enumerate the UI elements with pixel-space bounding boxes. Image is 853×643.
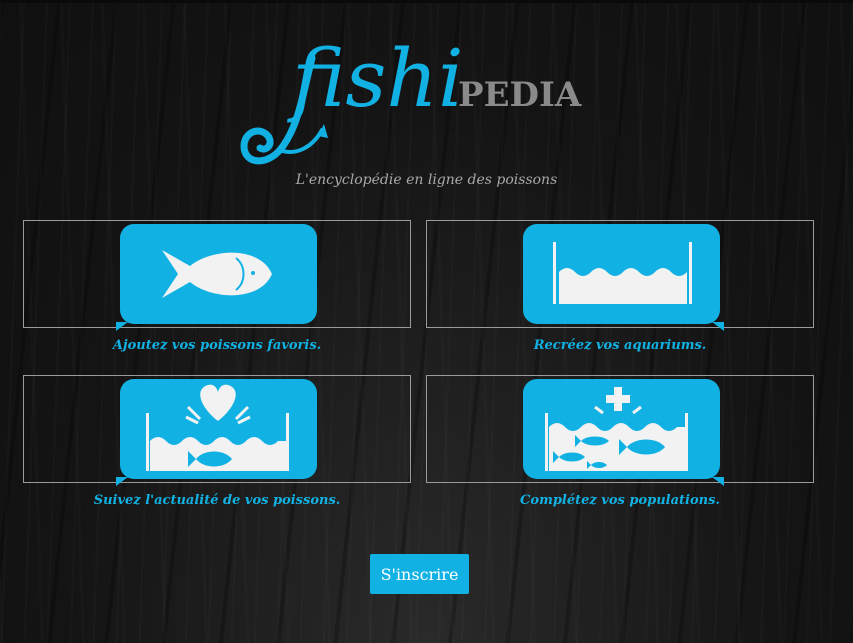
top-strip: [0, 0, 853, 3]
feature-caption-favorites: Ajoutez vos poissons favoris.: [112, 338, 322, 353]
fish-icon: [162, 250, 272, 298]
logo-pedia-text: PEDIA: [458, 75, 582, 115]
tagline: L'encyclopédie en ligne des poissons: [295, 172, 558, 188]
feature-bubble: [523, 224, 724, 331]
logo-fishi-text: fishi: [287, 32, 464, 125]
logo-hook-icon: fishi PEDIA: [240, 32, 582, 165]
aquarium-icon: [553, 242, 692, 304]
feature-bubble: [523, 379, 724, 486]
feature-caption-news: Suivez l'actualité de vos poissons.: [93, 493, 341, 508]
feature-caption-populations: Complétez vos populations.: [520, 493, 720, 508]
signup-button[interactable]: S'inscrire: [370, 554, 469, 594]
add-fish-aquarium-icon: [545, 387, 688, 471]
feature-bubble: [116, 379, 317, 486]
feature-card-aquariums[interactable]: [426, 220, 814, 331]
feature-card-favorites[interactable]: [23, 220, 411, 331]
heart-aquarium-icon: [146, 384, 289, 471]
feature-card-news[interactable]: [23, 375, 411, 486]
fishipedia-logo[interactable]: fishi PEDIA: [240, 18, 600, 168]
feature-caption-aquariums: Recréez vos aquariums.: [533, 338, 707, 353]
feature-card-populations[interactable]: [426, 375, 814, 486]
feature-bubble: [116, 224, 317, 331]
